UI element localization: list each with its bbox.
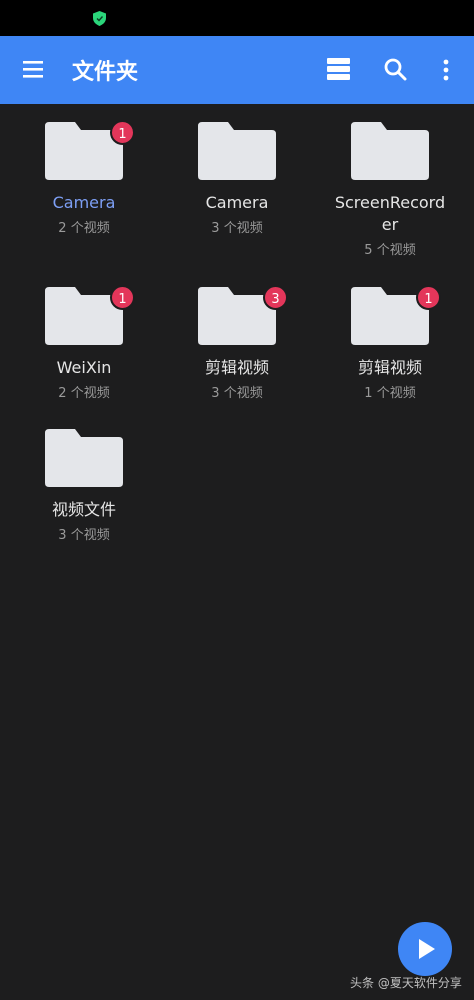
folder-item-camera[interactable]: Camera 3 个视频 (162, 122, 312, 236)
more-vert-icon (443, 59, 449, 81)
unread-badge: 3 (263, 285, 288, 310)
folder-icon: 1 (45, 120, 135, 180)
menu-icon (23, 61, 43, 78)
folder-icon: 1 (351, 285, 441, 345)
folder-icon (198, 122, 276, 180)
watermark: 头条 @夏天软件分享 (350, 976, 462, 990)
view-toggle-icon (327, 58, 350, 80)
status-bar (0, 0, 474, 36)
unread-badge: 1 (416, 285, 441, 310)
search-icon (384, 58, 407, 81)
folder-item-camera[interactable]: 1 Camera 2 个视频 (9, 120, 159, 236)
folder-icon: 3 (198, 285, 288, 345)
folder-item-edited-videos[interactable]: 1 剪辑视频 1 个视频 (315, 285, 465, 401)
folder-name: Camera (52, 193, 116, 212)
folder-name: Camera (205, 193, 269, 212)
page-title: 文件夹 (72, 60, 139, 85)
play-fab-button[interactable] (398, 922, 452, 976)
folder-icon (45, 429, 123, 487)
folder-video-count: 3 个视频 (58, 528, 110, 543)
unread-badge: 1 (110, 120, 135, 145)
folder-icon: 1 (45, 285, 135, 345)
folder-video-count: 3 个视频 (211, 386, 263, 401)
folder-item-edited-videos[interactable]: 3 剪辑视频 3 个视频 (162, 285, 312, 401)
folder-video-count: 2 个视频 (58, 221, 110, 236)
folder-name: WeiXin (56, 358, 112, 377)
folder-item-weixin[interactable]: 1 WeiXin 2 个视频 (9, 285, 159, 401)
folder-name: 视频文件 (51, 500, 116, 519)
search-button[interactable] (380, 54, 412, 86)
folder-video-count: 1 个视频 (364, 386, 416, 401)
menu-button[interactable] (18, 56, 50, 84)
folder-item-video-files[interactable]: 视频文件 3 个视频 (9, 429, 159, 543)
more-options-button[interactable] (434, 54, 458, 86)
folder-name: ScreenRecorder (334, 193, 446, 234)
folder-icon (351, 122, 429, 180)
folder-name: 剪辑视频 (204, 358, 269, 377)
folder-item-screenrecorder[interactable]: ScreenRecorder 5 个视频 (315, 122, 465, 258)
folder-video-count: 5 个视频 (364, 243, 416, 258)
folder-name: 剪辑视频 (357, 358, 422, 377)
shield-icon (93, 11, 106, 26)
folder-video-count: 2 个视频 (58, 386, 110, 401)
folder-video-count: 3 个视频 (211, 221, 263, 236)
view-toggle-button[interactable] (322, 55, 356, 85)
unread-badge: 1 (110, 285, 135, 310)
play-icon (419, 939, 435, 959)
app-bar: 文件夹 (0, 36, 474, 104)
